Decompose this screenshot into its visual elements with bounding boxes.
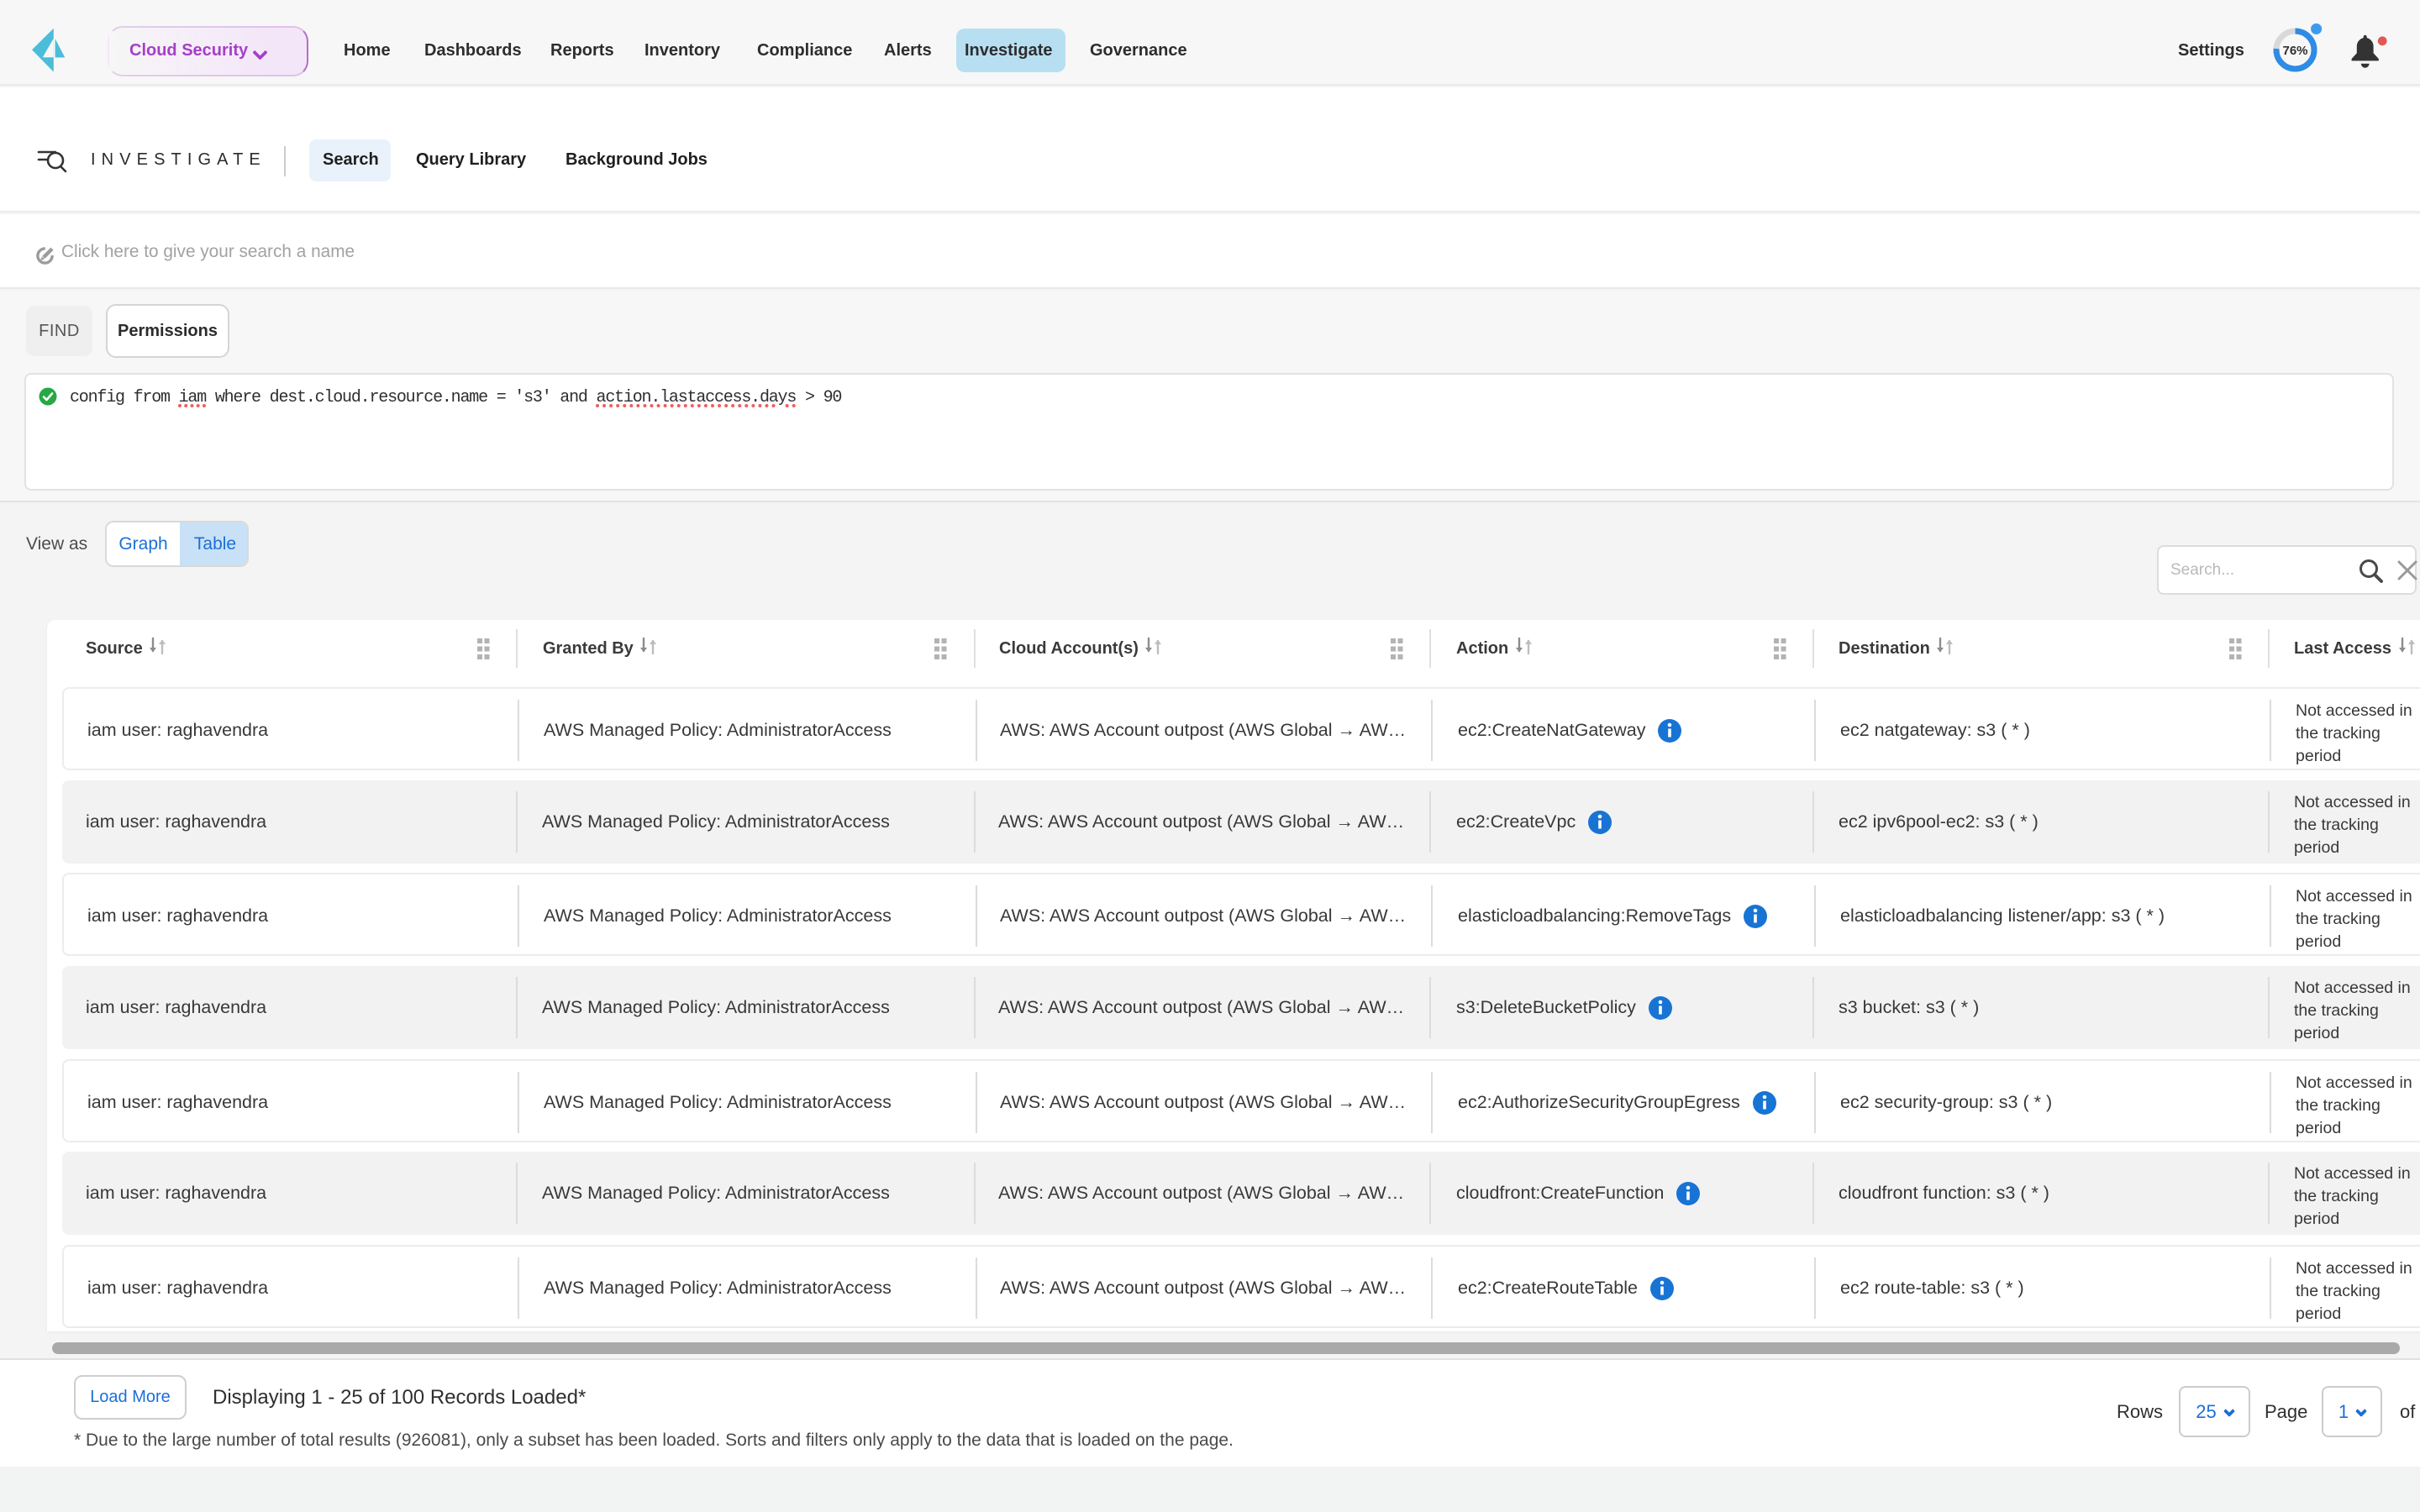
svg-text:76%: 76% — [2282, 44, 2307, 58]
